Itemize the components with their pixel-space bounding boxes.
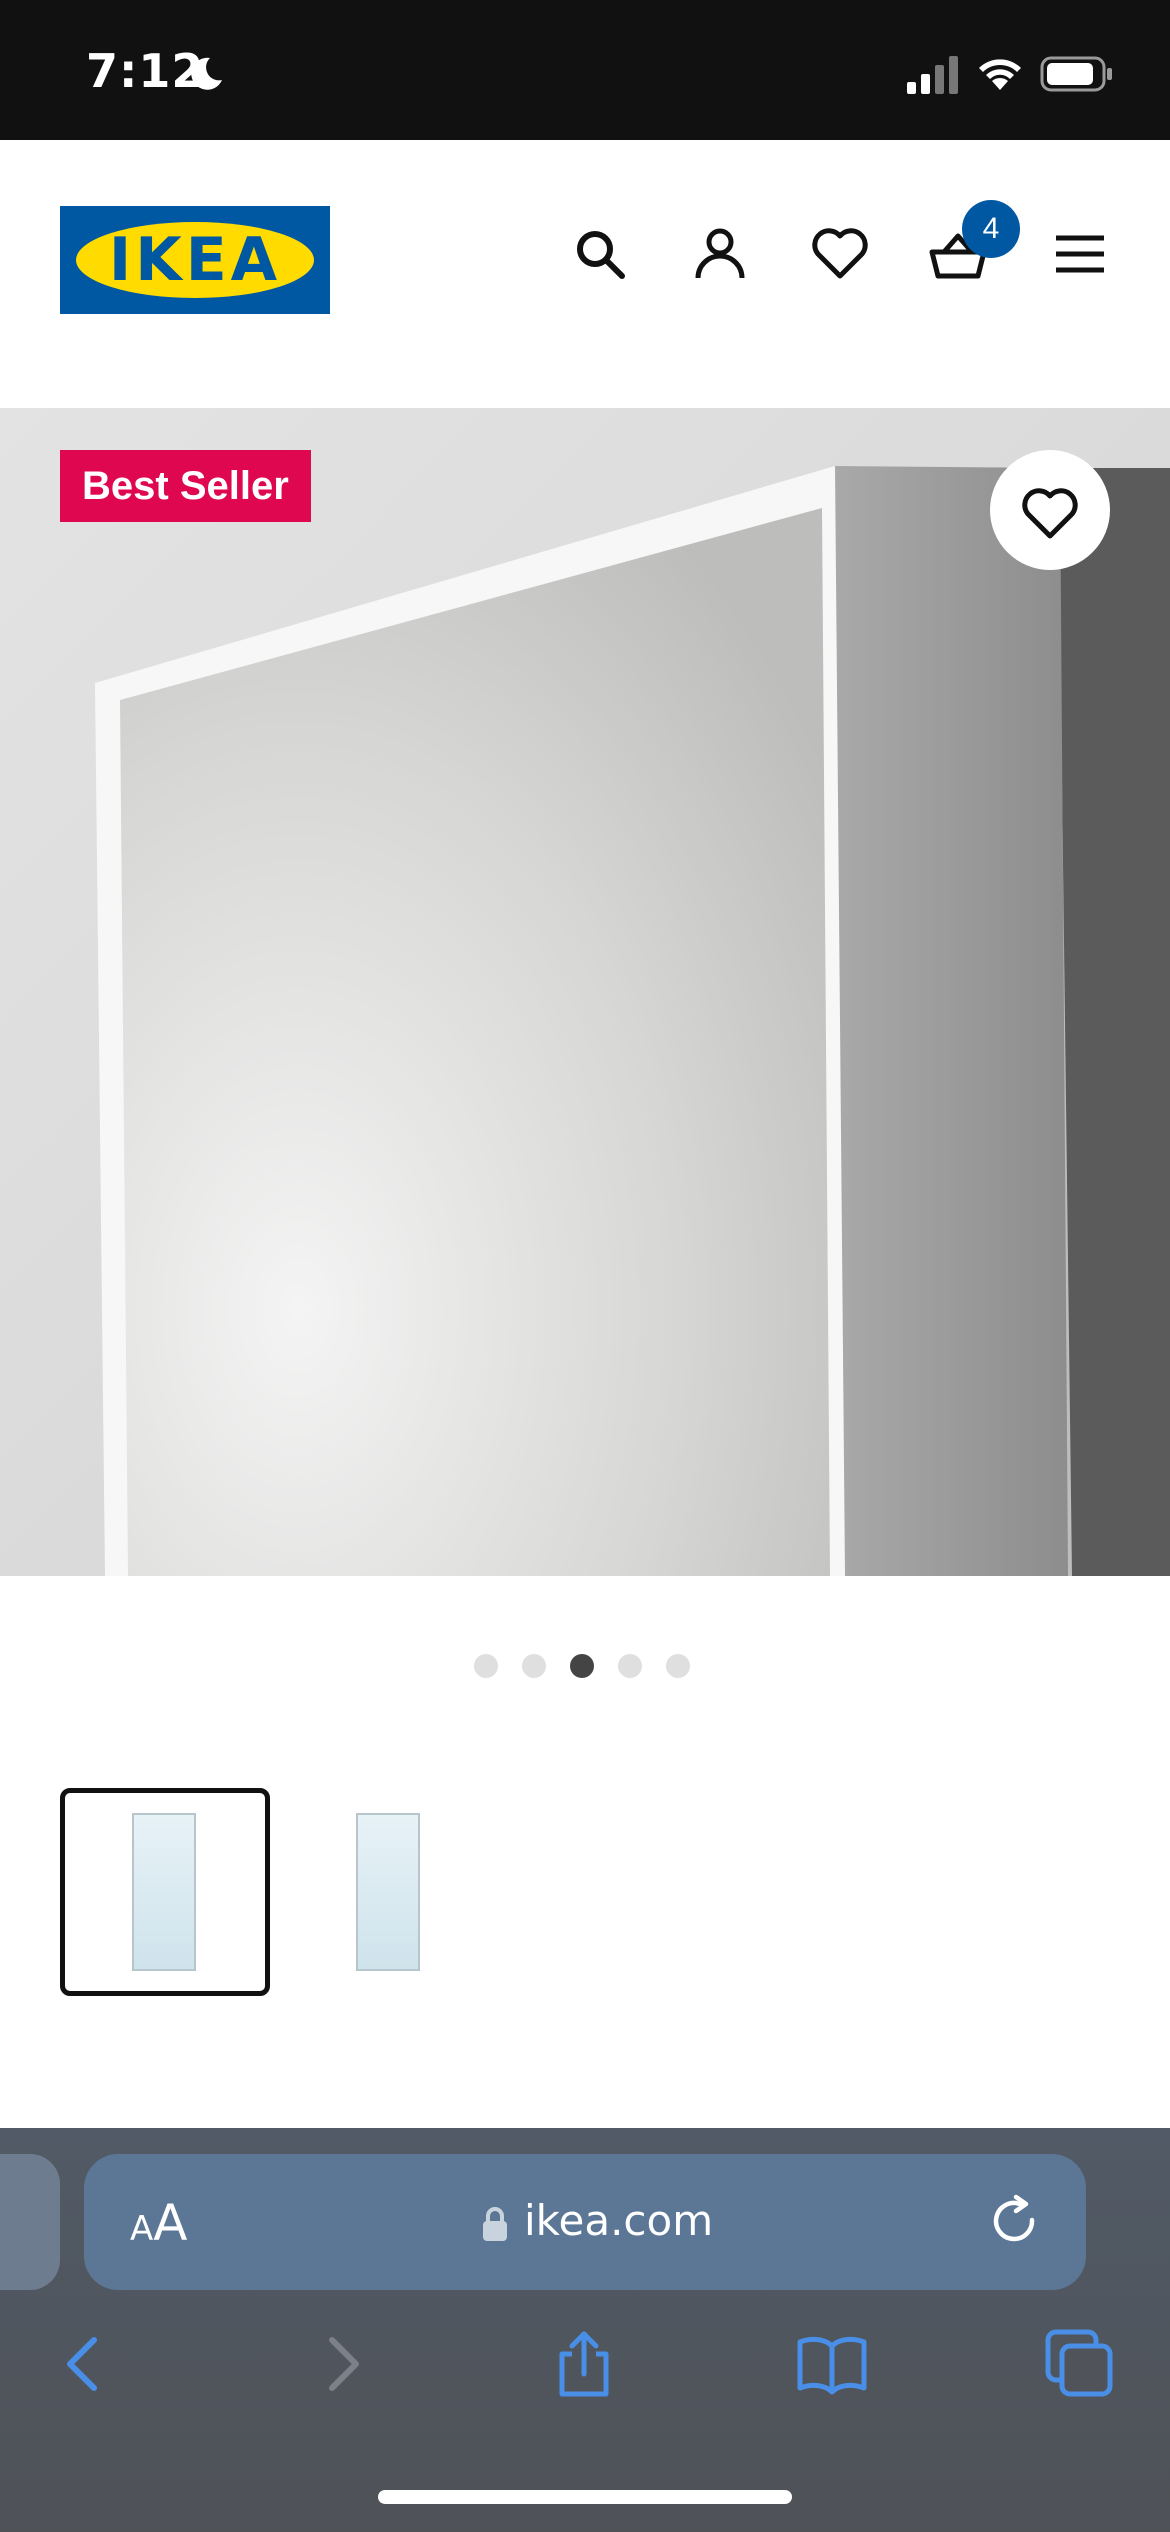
menu-icon[interactable] xyxy=(1050,224,1110,284)
account-icon[interactable] xyxy=(690,224,750,284)
tabs-icon[interactable] xyxy=(1044,2328,1116,2400)
search-icon[interactable] xyxy=(570,224,630,284)
mirror-thumbnail xyxy=(132,1813,196,1971)
carousel-dot[interactable] xyxy=(666,1654,690,1678)
carousel-dot-active[interactable] xyxy=(570,1654,594,1678)
reload-icon[interactable] xyxy=(988,2194,1044,2250)
mirror-thumbnail xyxy=(356,1813,420,1971)
ikea-logo[interactable]: IKEA xyxy=(60,206,330,314)
heart-icon xyxy=(1022,488,1078,539)
forward-icon[interactable] xyxy=(304,2328,376,2400)
carousel-dot[interactable] xyxy=(618,1654,642,1678)
logo-text: IKEA xyxy=(108,225,282,295)
moon-icon xyxy=(191,57,222,90)
thumbnail-selected[interactable] xyxy=(60,1788,270,1996)
share-icon[interactable] xyxy=(548,2328,620,2400)
back-icon[interactable] xyxy=(50,2328,122,2400)
best-seller-badge: Best Seller xyxy=(60,450,311,522)
product-image[interactable]: Best Seller xyxy=(0,408,1170,1576)
bookmarks-icon[interactable] xyxy=(796,2328,868,2400)
text-size-button[interactable]: AA xyxy=(130,2194,187,2252)
status-time: 7:12 xyxy=(86,44,205,98)
mirror-illustration xyxy=(0,408,1170,1576)
url-text: ikea.com xyxy=(524,2196,714,2245)
cellular-signal-icon xyxy=(907,56,958,94)
carousel-dot[interactable] xyxy=(474,1654,498,1678)
home-indicator xyxy=(378,2490,792,2504)
previous-tab-preview[interactable] xyxy=(0,2154,60,2290)
status-bar: 7:12 xyxy=(0,0,1170,140)
heart-icon[interactable] xyxy=(810,224,870,284)
battery-icon xyxy=(1040,56,1112,92)
carousel-dot[interactable] xyxy=(522,1654,546,1678)
favorite-button[interactable] xyxy=(990,450,1110,570)
lock-icon xyxy=(483,2207,507,2241)
address-bar[interactable]: AA ikea.com xyxy=(84,2154,1086,2290)
thumbnail[interactable] xyxy=(284,1788,494,1996)
site-header: IKEA 4 xyxy=(0,140,1170,408)
wifi-icon xyxy=(979,59,1021,90)
cart-count-badge: 4 xyxy=(962,200,1020,258)
